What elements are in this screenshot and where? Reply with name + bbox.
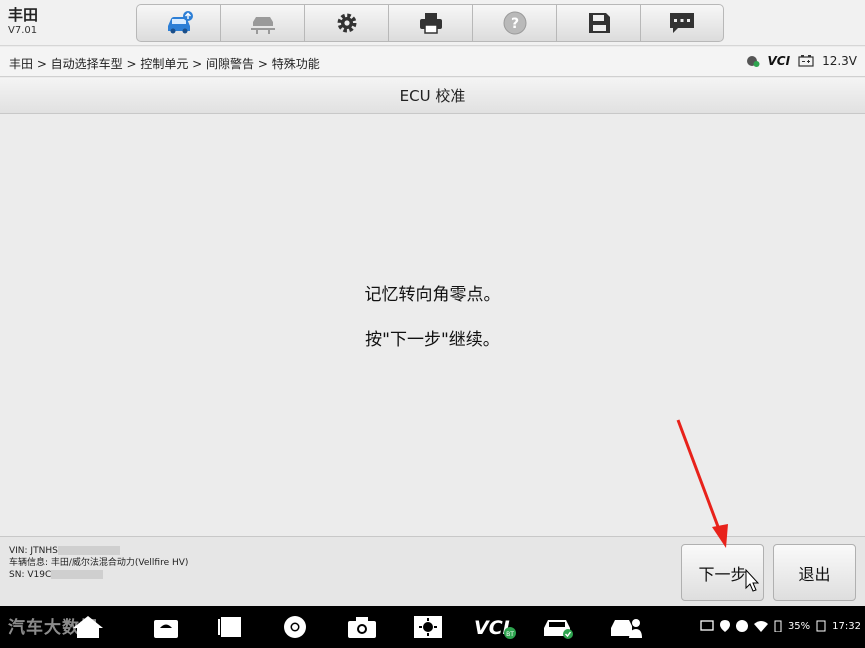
watermark: 汽车大数据 xyxy=(8,618,98,638)
user-service-button[interactable] xyxy=(608,614,644,640)
help-button[interactable]: ? xyxy=(472,4,556,42)
camera-icon xyxy=(348,617,376,638)
message-button[interactable] xyxy=(640,4,724,42)
display-brightness-button[interactable] xyxy=(410,614,446,640)
vehicle-info-text: 车辆信息: 丰田/威尔法混合动力(Vellfire HV) xyxy=(9,558,189,568)
message-icon xyxy=(670,13,694,33)
next-button[interactable]: 下一步 xyxy=(681,544,764,601)
sim-icon xyxy=(816,620,826,632)
brightness-icon xyxy=(414,616,442,638)
vin-text: VIN: JTNHS xyxy=(9,546,58,556)
page-title: ECU 校准 xyxy=(0,78,865,114)
svg-text:?: ? xyxy=(510,16,518,32)
instruction-line-1: 记忆转向角零点。 xyxy=(364,285,501,305)
voltage-readout: 12.3V xyxy=(822,54,857,68)
brand: 丰田 V7.01 xyxy=(8,6,38,38)
network-globe-icon xyxy=(746,56,759,67)
toolbar: ? xyxy=(136,4,724,42)
breadcrumb: 丰田 > 自动选择车型 > 控制单元 > 间隙警告 > 特殊功能 xyxy=(9,57,320,71)
location-icon xyxy=(719,620,730,632)
save-button[interactable] xyxy=(556,4,640,42)
car-check-icon xyxy=(544,620,573,639)
printer-icon xyxy=(419,13,442,34)
android-launcher-button[interactable] xyxy=(148,614,184,640)
vehicle-lift-button[interactable] xyxy=(220,4,304,42)
sn-line: SN: V19C xyxy=(9,569,188,581)
wifi-icon xyxy=(753,621,768,632)
breadcrumb-bar: 丰田 > 自动选择车型 > 控制单元 > 间隙警告 > 特殊功能 VCI 12.… xyxy=(0,47,865,77)
battery-status-icon xyxy=(774,620,782,632)
clock: 17:32 xyxy=(832,620,861,632)
save-icon xyxy=(588,13,610,33)
vci-button[interactable]: VCI BT xyxy=(474,614,518,640)
car-lift-icon xyxy=(250,17,275,34)
bluetooth-icon xyxy=(735,620,748,632)
vehicle-info: VIN: JTNHS 车辆信息: 丰田/威尔法混合动力(Vellfire HV)… xyxy=(9,545,188,581)
browser-button[interactable] xyxy=(277,614,313,640)
settings-button[interactable] xyxy=(304,4,388,42)
app-version: V7.01 xyxy=(8,25,38,36)
system-navigation-bar: VCI BT 35% 17:32 xyxy=(0,606,865,648)
redacted-vin xyxy=(57,546,120,555)
vci-label: VCI xyxy=(474,617,510,639)
print-button[interactable] xyxy=(388,4,472,42)
vci-bt-icon: VCI BT xyxy=(474,617,516,639)
bt-badge: BT xyxy=(506,631,514,638)
car-home-icon xyxy=(167,11,193,34)
camera-button[interactable] xyxy=(344,614,380,640)
gear-icon xyxy=(337,13,356,33)
sn-text: SN: V19C xyxy=(9,570,52,580)
home-button[interactable] xyxy=(136,4,220,42)
recent-apps-button[interactable] xyxy=(213,614,249,640)
cast-icon xyxy=(700,620,714,631)
vci-status: VCI xyxy=(767,54,791,68)
redacted-sn xyxy=(51,570,104,579)
footer-bar: VIN: JTNHS 车辆信息: 丰田/威尔法混合动力(Vellfire HV)… xyxy=(0,536,865,606)
vehicle-status-button[interactable] xyxy=(540,614,576,640)
brand-name: 丰田 xyxy=(8,6,39,24)
exit-button[interactable]: 退出 xyxy=(773,544,856,601)
chrome-icon xyxy=(284,616,306,638)
vin-line: VIN: JTNHS xyxy=(9,545,188,557)
instruction-line-2: 按"下一步"继续。 xyxy=(365,330,500,350)
system-status: 35% 17:32 xyxy=(700,620,861,632)
help-icon: ? xyxy=(503,11,526,35)
car-user-icon xyxy=(611,619,642,638)
battery-icon xyxy=(798,55,814,67)
app-header: 丰田 V7.01 ? xyxy=(0,0,865,46)
recent-apps-icon xyxy=(218,617,241,637)
status-area: VCI 12.3V xyxy=(746,54,857,68)
android-icon xyxy=(154,620,178,638)
main-content: 记忆转向角零点。 按"下一步"继续。 xyxy=(0,115,865,535)
battery-percent: 35% xyxy=(787,620,811,632)
